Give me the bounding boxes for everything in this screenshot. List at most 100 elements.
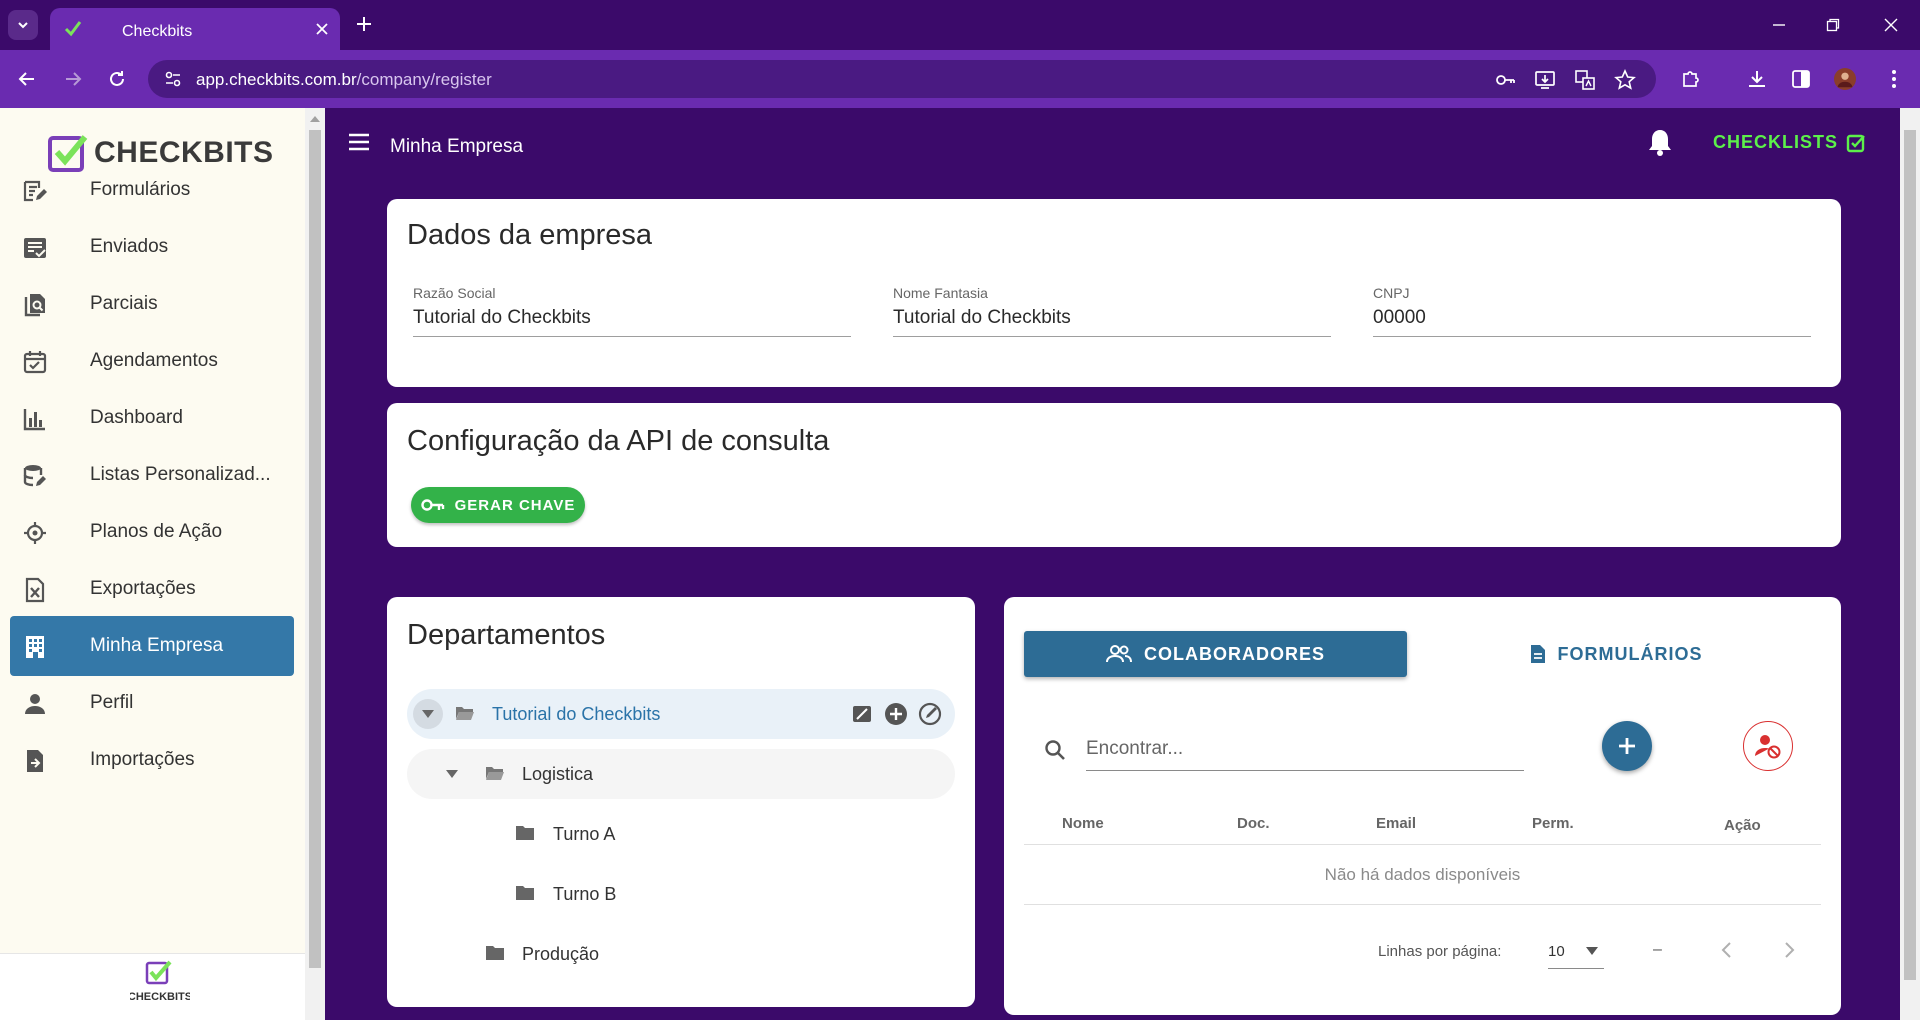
- install-app-icon[interactable]: [1534, 69, 1556, 91]
- sidebar-item-label: Listas Personalizad...: [90, 464, 271, 485]
- password-key-icon[interactable]: [1494, 69, 1516, 91]
- generate-key-button[interactable]: GERAR CHAVE: [411, 487, 585, 523]
- bookmark-star-icon[interactable]: [1614, 69, 1636, 91]
- avatar-icon: [1834, 68, 1856, 90]
- sidebar-item-agendamentos[interactable]: Agendamentos: [10, 331, 294, 391]
- tree-node-turno-a[interactable]: Turno A: [407, 809, 955, 859]
- column-header-doc[interactable]: Doc.: [1237, 815, 1270, 832]
- close-tab-icon[interactable]: [314, 21, 330, 37]
- side-panel-button[interactable]: [1790, 68, 1812, 90]
- tab-colaboradores[interactable]: COLABORADORES: [1024, 631, 1407, 677]
- table-header: Nome Doc. Email Perm. Ação: [1024, 799, 1821, 845]
- tree-node-label: Logistica: [522, 764, 594, 784]
- scroll-up-arrow-icon[interactable]: [310, 114, 320, 122]
- collapse-toggle[interactable]: [413, 699, 443, 729]
- arrow-right-icon: [66, 72, 82, 86]
- tree-row-actions: [849, 701, 943, 727]
- download-icon: [1749, 71, 1765, 87]
- tab-search-button[interactable]: [8, 10, 38, 40]
- company-data-card: Dados da empresa Razão Social Tutorial d…: [387, 199, 1841, 387]
- next-page-button[interactable]: [1782, 941, 1796, 959]
- extensions-button[interactable]: [1680, 68, 1702, 90]
- profile-avatar[interactable]: [1834, 68, 1856, 90]
- tree-node-logistica[interactable]: Logistica: [407, 749, 955, 799]
- edit-circle-icon[interactable]: [917, 701, 943, 727]
- folder-icon: [485, 945, 505, 961]
- edit-icon[interactable]: [849, 701, 875, 727]
- sidebar-item-parciais[interactable]: Parciais: [10, 274, 294, 334]
- add-circle-icon[interactable]: [883, 701, 909, 727]
- browser-menu-button[interactable]: [1883, 68, 1905, 90]
- close-icon: [1884, 18, 1898, 32]
- sidebar-item-dashboard[interactable]: Dashboard: [10, 388, 294, 448]
- tree-node-turno-b[interactable]: Turno B: [407, 869, 955, 919]
- more-vertical-icon: [1892, 70, 1896, 88]
- downloads-button[interactable]: [1746, 68, 1768, 90]
- column-header-perm[interactable]: Perm.: [1532, 815, 1574, 832]
- sidebar-item-minha-empresa[interactable]: Minha Empresa: [10, 616, 294, 676]
- collapse-toggle[interactable]: [437, 759, 467, 789]
- sidebar-item-enviados[interactable]: Enviados: [10, 217, 294, 277]
- sidebar-item-label: Importações: [90, 749, 195, 770]
- add-collaborator-button[interactable]: [1602, 721, 1652, 771]
- forward-button[interactable]: [62, 68, 84, 90]
- notifications-button[interactable]: [1647, 127, 1673, 157]
- main-scrollbar[interactable]: [1900, 108, 1920, 1020]
- reload-button[interactable]: [106, 68, 128, 90]
- rows-per-page-value: 10: [1548, 943, 1565, 960]
- column-header-acao: Ação: [1724, 817, 1761, 834]
- cnpj-value: 00000: [1373, 307, 1426, 328]
- sidebar-item-perfil[interactable]: Perfil: [10, 673, 294, 733]
- column-header-email[interactable]: Email: [1376, 815, 1416, 832]
- tab-formularios[interactable]: FORMULÁRIOS: [1416, 631, 1816, 677]
- group-icon: [1105, 645, 1132, 663]
- sidebar-scrollbar[interactable]: [305, 108, 325, 1020]
- sidebar-item-importacoes[interactable]: Importações: [10, 730, 294, 790]
- tree-node-root[interactable]: Tutorial do Checkbits: [407, 689, 955, 739]
- browser-tab-active[interactable]: Checkbits: [50, 8, 340, 50]
- folder-icon: [515, 885, 535, 901]
- sidebar-item-planos[interactable]: Planos de Ação: [10, 502, 294, 562]
- previous-page-button[interactable]: [1720, 941, 1734, 959]
- main-scroll-thumb[interactable]: [1904, 130, 1916, 980]
- building-icon: [22, 634, 48, 660]
- site-info-icon[interactable]: [164, 70, 182, 88]
- sidebar-item-formularios[interactable]: Formulários: [10, 160, 294, 220]
- footer-logo: CHECKBITS: [130, 960, 190, 1006]
- key-icon: [420, 499, 444, 511]
- column-header-nome[interactable]: Nome: [1062, 815, 1104, 832]
- api-config-card: Configuração da API de consulta GERAR CH…: [387, 403, 1841, 547]
- menu-button[interactable]: [347, 132, 371, 152]
- browser-toolbar: app.checkbits.com.br/company/register: [0, 50, 1920, 108]
- file-import-icon: [22, 748, 48, 774]
- company-card-title: Dados da empresa: [407, 219, 653, 251]
- side-panel-icon: [1792, 70, 1810, 88]
- translate-icon[interactable]: [1574, 69, 1596, 91]
- removed-users-button[interactable]: [1743, 721, 1793, 771]
- tree-node-label: Tutorial do Checkbits: [492, 704, 661, 724]
- arrow-left-icon: [18, 72, 34, 86]
- back-button[interactable]: [16, 68, 38, 90]
- new-tab-button[interactable]: [354, 14, 374, 34]
- sidebar-item-label: Dashboard: [90, 407, 183, 428]
- person-icon: [22, 691, 48, 717]
- razao-social-field[interactable]: Razão Social Tutorial do Checkbits: [413, 285, 851, 337]
- nome-fantasia-field[interactable]: Nome Fantasia Tutorial do Checkbits: [893, 285, 1331, 337]
- chevron-left-icon: [1721, 942, 1731, 958]
- restore-window-button[interactable]: [1822, 14, 1844, 36]
- sidebar-item-exportacoes[interactable]: Exportações: [10, 559, 294, 619]
- form-edit-icon: [22, 178, 48, 204]
- sidebar-item-listas[interactable]: Listas Personalizad...: [10, 445, 294, 505]
- address-bar[interactable]: app.checkbits.com.br/company/register: [148, 60, 1656, 98]
- tree-node-producao[interactable]: Produção: [407, 929, 955, 979]
- search-input[interactable]: [1086, 727, 1524, 771]
- sidebar-scroll-thumb[interactable]: [309, 130, 321, 968]
- cnpj-field[interactable]: CNPJ 00000: [1373, 285, 1811, 337]
- rows-per-page-select[interactable]: 10: [1548, 935, 1604, 969]
- minimize-window-button[interactable]: [1768, 14, 1790, 36]
- sent-list-icon: [22, 235, 48, 261]
- close-window-button[interactable]: [1880, 14, 1902, 36]
- bar-chart-icon: [22, 406, 48, 432]
- checklists-link[interactable]: CHECKLISTS: [1713, 132, 1866, 153]
- page-range-text: –: [1653, 941, 1662, 958]
